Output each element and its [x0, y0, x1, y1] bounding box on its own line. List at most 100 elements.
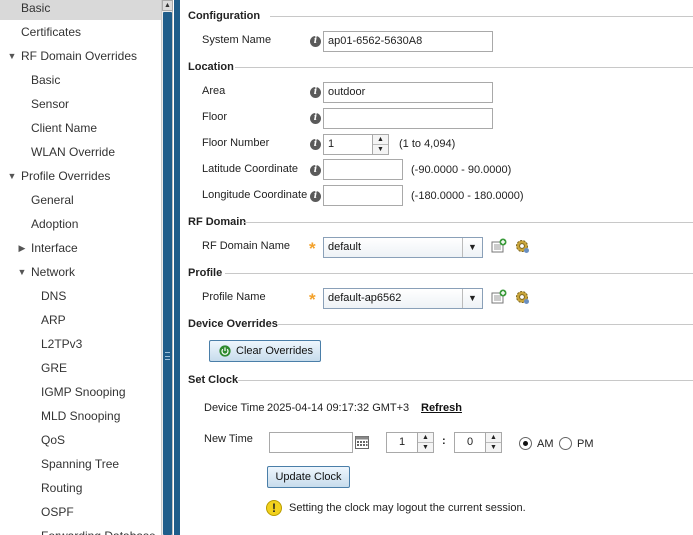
sidebar-scrollbar[interactable]: ▲	[162, 0, 173, 535]
nav-item-rf-basic[interactable]: Basic	[0, 68, 161, 92]
floor-number-input[interactable]: 1	[323, 134, 373, 155]
floor-number-range: (1 to 4,094)	[399, 138, 456, 150]
nav-item-l2tpv3[interactable]: L2TPv3	[0, 332, 161, 356]
required-asterisk-icon: *	[309, 239, 316, 258]
create-icon[interactable]	[491, 238, 507, 254]
update-clock-button[interactable]: Update Clock	[267, 466, 350, 488]
nav-item-igmp-snooping[interactable]: IGMP Snooping	[0, 380, 161, 404]
profile-select[interactable]: default-ap6562 ▼	[323, 288, 483, 309]
profile-value: default-ap6562	[328, 292, 402, 304]
scroll-thumb[interactable]	[163, 12, 172, 535]
info-icon[interactable]: i	[310, 165, 321, 176]
nav-item-label: OSPF	[41, 505, 74, 519]
nav-item-network[interactable]: ▼ Network	[0, 260, 161, 284]
section-title-set-clock: Set Clock	[188, 374, 239, 386]
nav-item-client-name[interactable]: Client Name	[0, 116, 161, 140]
refresh-link[interactable]: Refresh	[421, 402, 462, 414]
hour-input[interactable]: 1	[386, 432, 418, 453]
nav-item-label: Sensor	[31, 97, 70, 111]
longitude-label: Longitude Coordinate	[202, 189, 308, 201]
spin-down-icon[interactable]: ▼	[418, 443, 433, 453]
expanded-arrow-icon[interactable]: ▼	[17, 260, 27, 284]
rf-domain-select[interactable]: default ▼	[323, 237, 483, 258]
latitude-input[interactable]	[323, 159, 403, 180]
info-icon[interactable]: i	[310, 113, 321, 124]
nav-item-certificates[interactable]: Certificates	[0, 20, 161, 44]
nav-item-routing[interactable]: Routing	[0, 476, 161, 500]
rf-domain-value: default	[328, 241, 362, 253]
nav-item-interface[interactable]: ▶ Interface	[0, 236, 161, 260]
latitude-range: (-90.0000 - 90.0000)	[411, 164, 512, 176]
info-icon[interactable]: i	[310, 139, 321, 150]
date-input[interactable]	[269, 432, 353, 453]
expanded-arrow-icon[interactable]: ▼	[7, 44, 17, 68]
section-divider	[235, 67, 693, 68]
warning-icon: !	[266, 500, 282, 516]
section-title-rf-domain: RF Domain	[188, 216, 247, 228]
section-divider	[243, 222, 693, 223]
nav-item-dns[interactable]: DNS	[0, 284, 161, 308]
nav-item-basic[interactable]: Basic	[0, 0, 161, 20]
create-icon[interactable]	[491, 289, 507, 305]
system-name-label: System Name	[202, 34, 272, 46]
nav-item-spanning-tree[interactable]: Spanning Tree	[0, 452, 161, 476]
minute-input[interactable]: 0	[454, 432, 486, 453]
floor-number-spinner[interactable]: ▲ ▼	[372, 134, 389, 155]
longitude-input[interactable]	[323, 185, 403, 206]
spin-down-icon[interactable]: ▼	[486, 443, 501, 453]
clear-overrides-label: Clear Overrides	[236, 345, 314, 357]
chevron-down-icon[interactable]: ▼	[462, 289, 482, 308]
nav-item-mld-snooping[interactable]: MLD Snooping	[0, 404, 161, 428]
spin-up-icon[interactable]: ▲	[418, 433, 433, 443]
info-icon[interactable]: i	[310, 36, 321, 47]
nav-item-wlan-override[interactable]: WLAN Override	[0, 140, 161, 164]
collapsed-arrow-icon[interactable]: ▶	[17, 236, 27, 260]
nav-item-sensor[interactable]: Sensor	[0, 92, 161, 116]
system-name-input[interactable]: ap01-6562-5630A8	[323, 31, 493, 52]
am-label: AM	[537, 438, 554, 450]
pm-radio[interactable]	[559, 437, 572, 450]
info-icon[interactable]: i	[310, 87, 321, 98]
spin-up-icon[interactable]: ▲	[486, 433, 501, 443]
nav-item-label: Profile Overrides	[21, 169, 111, 183]
nav-item-gre[interactable]: GRE	[0, 356, 161, 380]
info-icon[interactable]: i	[310, 191, 321, 202]
hour-spinner[interactable]: ▲ ▼	[417, 432, 434, 453]
nav-item-label: WLAN Override	[31, 145, 116, 159]
spin-up-icon[interactable]: ▲	[373, 135, 388, 145]
nav-item-label: MLD Snooping	[41, 409, 121, 423]
nav-item-label: Client Name	[31, 121, 98, 135]
profile-name-label: Profile Name	[202, 291, 266, 303]
gear-icon[interactable]	[514, 289, 530, 305]
nav-item-forwarding-database[interactable]: Forwarding Database	[0, 524, 161, 535]
floor-number-label: Floor Number	[202, 137, 270, 149]
nav-item-label: Interface	[31, 241, 78, 255]
nav-item-label: DNS	[41, 289, 67, 303]
nav-item-ospf[interactable]: OSPF	[0, 500, 161, 524]
nav-item-label: Certificates	[21, 25, 82, 39]
nav-item-profile-overrides[interactable]: ▼ Profile Overrides	[0, 164, 161, 188]
main-panel: Configuration System Name i ap01-6562-56…	[180, 0, 693, 535]
nav-item-label: Routing	[41, 481, 83, 495]
calendar-icon[interactable]	[355, 435, 369, 449]
scroll-up-arrow-icon[interactable]: ▲	[162, 0, 173, 11]
nav-item-rf-domain-overrides[interactable]: ▼ RF Domain Overrides	[0, 44, 161, 68]
nav-item-label: RF Domain Overrides	[21, 49, 138, 63]
chevron-down-icon[interactable]: ▼	[462, 238, 482, 257]
expanded-arrow-icon[interactable]: ▼	[7, 164, 17, 188]
spin-down-icon[interactable]: ▼	[373, 145, 388, 155]
area-input[interactable]: outdoor	[323, 82, 493, 103]
grip-icon	[165, 352, 170, 360]
minute-spinner[interactable]: ▲ ▼	[485, 432, 502, 453]
nav-item-label: Forwarding Database	[41, 524, 156, 535]
nav-item-label: Network	[31, 265, 76, 279]
am-radio[interactable]	[519, 437, 532, 450]
nav-item-general[interactable]: General	[0, 188, 161, 212]
nav-item-adoption[interactable]: Adoption	[0, 212, 161, 236]
floor-input[interactable]	[323, 108, 493, 129]
clear-overrides-button[interactable]: Clear Overrides	[209, 340, 321, 362]
nav-item-arp[interactable]: ARP	[0, 308, 161, 332]
rf-domain-name-label: RF Domain Name	[202, 240, 291, 252]
nav-item-qos[interactable]: QoS	[0, 428, 161, 452]
gear-icon[interactable]	[514, 238, 530, 254]
